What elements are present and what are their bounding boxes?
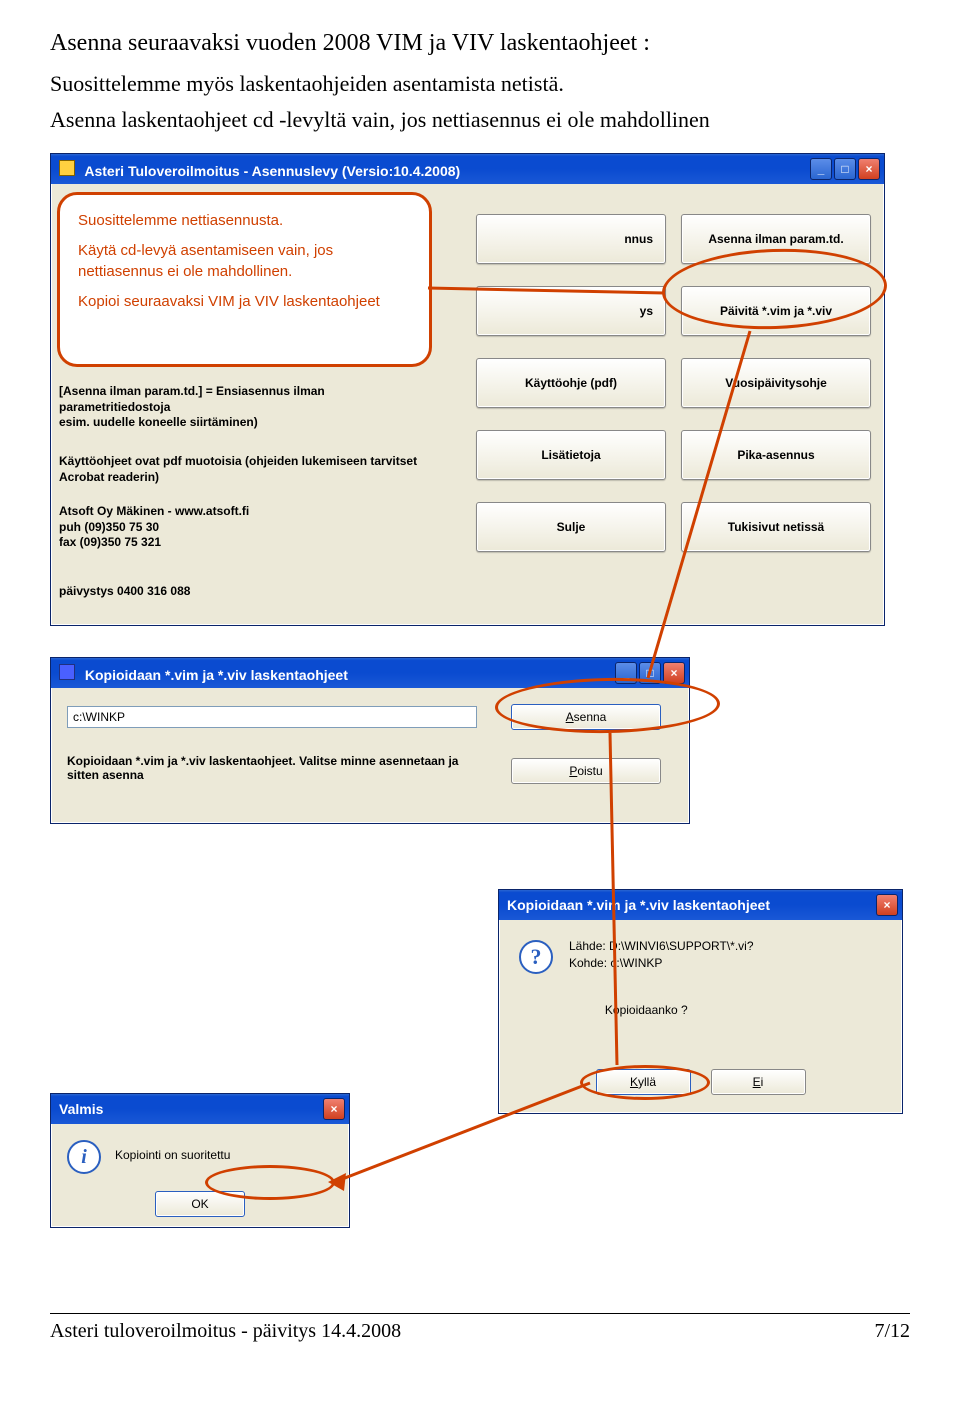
btn-kayttoohje[interactable]: Käyttöohje (pdf) <box>476 358 666 408</box>
page-footer: Asteri tuloveroilmoitus - päivitys 14.4.… <box>50 1313 910 1343</box>
callout-line2: Käytä cd-levyä asentamiseen vain, jos ne… <box>78 241 411 282</box>
atsoft-line2: puh (09)350 75 30 <box>59 520 439 536</box>
close-button[interactable]: × <box>323 1098 345 1120</box>
titlebar: Valmis × <box>51 1094 349 1124</box>
btn-tukisivut[interactable]: Tukisivut netissä <box>681 502 871 552</box>
atsoft-line1: Atsoft Oy Mäkinen - www.atsoft.fi <box>59 504 439 520</box>
left-text-2: Käyttöohjeet ovat pdf muotoisia (ohjeide… <box>59 454 439 485</box>
yes-button[interactable]: Kyllä <box>596 1069 691 1095</box>
minimize-button[interactable]: _ <box>615 662 637 684</box>
left-text-3: Atsoft Oy Mäkinen - www.atsoft.fi puh (0… <box>59 504 439 551</box>
window-asteri-tuloveroilmoitus: Asteri Tuloveroilmoitus - Asennuslevy (V… <box>50 153 885 626</box>
screenshot-area: Asteri Tuloveroilmoitus - Asennuslevy (V… <box>50 153 910 1283</box>
question-icon: ? <box>519 940 553 974</box>
dialog-valmis: Valmis × i Kopiointi on suoritettu OK <box>50 1093 350 1228</box>
body-para1: Suosittelemme myös laskentaohjeiden asen… <box>50 71 910 97</box>
close-button[interactable]: × <box>876 894 898 916</box>
btn-vuosipaivitysohje[interactable]: Vuosipäivitysohje <box>681 358 871 408</box>
close-button[interactable]: × <box>663 662 685 684</box>
info-icon: i <box>67 1140 101 1174</box>
btn-pika-asennus[interactable]: Pika-asennus <box>681 430 871 480</box>
app-icon <box>59 664 75 680</box>
btn-lisatietoja[interactable]: Lisätietoja <box>476 430 666 480</box>
body-para2: Asenna laskentaohjeet cd -levyltä vain, … <box>50 107 910 133</box>
window-title: Kopioidaan *.vim ja *.viv laskentaohjeet <box>507 897 770 913</box>
left-text-4: päivystys 0400 316 088 <box>59 584 439 600</box>
titlebar: Kopioidaan *.vim ja *.viv laskentaohjeet… <box>499 890 902 920</box>
atsoft-line3: fax (09)350 75 321 <box>59 535 439 551</box>
poistu-button[interactable]: Poistu <box>511 758 661 784</box>
asenna-button[interactable]: Asenna <box>511 704 661 730</box>
window-kopioidaan: Kopioidaan *.vim ja *.viv laskentaohjeet… <box>50 657 690 824</box>
btn-col1-2[interactable]: ys <box>476 286 666 336</box>
titlebar: Asteri Tuloveroilmoitus - Asennuslevy (V… <box>51 154 884 184</box>
page-heading: Asenna seuraavaksi vuoden 2008 VIM ja VI… <box>50 30 910 57</box>
titlebar-left: Asteri Tuloveroilmoitus - Asennuslevy (V… <box>59 160 460 179</box>
footer-right: 7/12 <box>874 1320 910 1343</box>
maximize-button[interactable]: □ <box>834 158 856 180</box>
window-title: Kopioidaan *.vim ja *.viv laskentaohjeet <box>85 667 348 683</box>
no-button[interactable]: Ei <box>711 1069 806 1095</box>
ok-button[interactable]: OK <box>155 1191 245 1217</box>
path-input[interactable]: c:\WINKP <box>67 706 477 728</box>
close-button[interactable]: × <box>858 158 880 180</box>
window-title: Asteri Tuloveroilmoitus - Asennuslevy (V… <box>84 163 460 179</box>
footer-left: Asteri tuloveroilmoitus - päivitys 14.4.… <box>50 1320 401 1343</box>
dialog-confirm-kopiointi: Kopioidaan *.vim ja *.viv laskentaohjeet… <box>498 889 903 1114</box>
btn-paivita-vim-viv[interactable]: Päivitä *.vim ja *.viv <box>681 286 871 336</box>
annotation-callout: Suosittelemme nettiasennusta. Käytä cd-l… <box>57 192 432 367</box>
msg-line2: Kohde: c:\WINKP <box>569 955 754 972</box>
app-icon <box>59 160 75 176</box>
window-title: Valmis <box>59 1101 103 1117</box>
btn-sulje[interactable]: Sulje <box>476 502 666 552</box>
callout-line1: Suosittelemme nettiasennusta. <box>78 211 411 231</box>
maximize-button[interactable]: □ <box>639 662 661 684</box>
titlebar-left: Kopioidaan *.vim ja *.viv laskentaohjeet <box>59 664 348 683</box>
left-text-1: [Asenna ilman param.td.] = Ensiasennus i… <box>59 384 439 431</box>
dialog-message: Lähde: D:\WINVI6\SUPPORT\*.vi? Kohde: c:… <box>569 938 754 1018</box>
callout-line3: Kopioi seuraavaksi VIM ja VIV laskentaoh… <box>78 292 411 312</box>
kopioidaan-desc: Kopioidaan *.vim ja *.viv laskentaohjeet… <box>67 754 477 782</box>
msg: Kopiointi on suoritettu <box>115 1148 230 1162</box>
btn-col1-1[interactable]: nnus <box>476 214 666 264</box>
titlebar: Kopioidaan *.vim ja *.viv laskentaohjeet… <box>51 658 689 688</box>
msg-line1: Lähde: D:\WINVI6\SUPPORT\*.vi? <box>569 938 754 955</box>
minimize-button[interactable]: _ <box>810 158 832 180</box>
btn-asenna-ilman-param[interactable]: Asenna ilman param.td. <box>681 214 871 264</box>
msg-line3: Kopioidaanko ? <box>539 1002 754 1019</box>
